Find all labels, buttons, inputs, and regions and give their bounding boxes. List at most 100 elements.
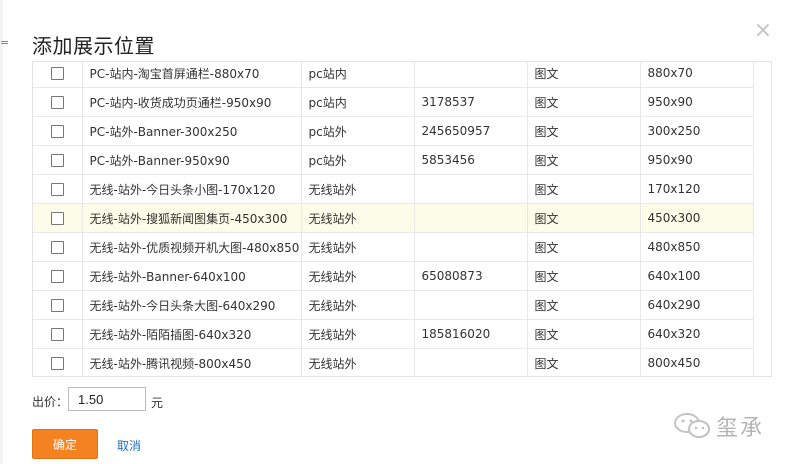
placement-scope-cell: 无线站外 xyxy=(301,174,415,204)
placement-type-cell: 图文 xyxy=(527,62,641,88)
table-row[interactable]: PC-站内-收货成功页通栏-950x90 pc站内 3178537 图文 950x90 xyxy=(33,87,754,117)
dialog-title: 添加展示位置 xyxy=(32,34,155,58)
row-checkbox-cell xyxy=(33,174,83,204)
row-checkbox-cell xyxy=(33,203,83,233)
table-row[interactable]: 无线-站外-优质视频开机大图-480x850 无线站外 图文 480x850 xyxy=(33,232,754,262)
placement-name-cell: PC-站内-淘宝首屏通栏-880x70 xyxy=(82,62,302,88)
row-checkbox[interactable] xyxy=(50,212,64,225)
placement-size-cell: 640x290 xyxy=(640,290,754,320)
bid-label: 出价： xyxy=(32,395,69,409)
placement-type-cell: 图文 xyxy=(527,145,641,175)
row-checkbox-cell xyxy=(33,145,83,175)
bid-input[interactable] xyxy=(68,387,146,411)
row-checkbox[interactable] xyxy=(50,241,64,254)
table-row[interactable]: PC-站外-Banner-300x250 pc站外 245650957 图文 300x2… xyxy=(33,116,754,146)
wechat-icon xyxy=(674,413,710,438)
placement-id-cell xyxy=(414,62,528,88)
placement-size-cell: 170x120 xyxy=(640,174,754,204)
table-row[interactable]: PC-站内-淘宝首屏通栏-880x70 pc站内 图文 880x70 xyxy=(33,62,754,88)
table-row[interactable]: 无线-站外-Banner-640x100 无线站外 65080873 图文 640x10… xyxy=(33,261,754,291)
row-checkbox[interactable] xyxy=(50,183,64,196)
add-placement-dialog: = 添加展示位置 × PC-站内-淘宝首屏通栏-880x70 pc站内 图文 880x… xyxy=(0,0,792,464)
placement-scope-cell: pc站内 xyxy=(301,62,415,88)
row-checkbox[interactable] xyxy=(50,96,64,109)
table-row[interactable]: 无线-站外-陌陌插图-640x320 无线站外 185816020 图文 640x320 xyxy=(33,319,754,349)
placement-name-cell: PC-站内-收货成功页通栏-950x90 xyxy=(82,87,302,117)
placement-scope-cell: 无线站外 xyxy=(301,203,415,233)
bid-unit: 元 xyxy=(151,396,164,410)
confirm-button[interactable]: 确定 xyxy=(32,429,98,459)
placement-name-cell: 无线-站外-陌陌插图-640x320 xyxy=(82,319,302,349)
placement-scope-cell: pc站内 xyxy=(301,87,415,117)
row-checkbox-cell xyxy=(33,290,83,320)
placement-name-cell: 无线-站外-腾讯视频-800x450 xyxy=(82,348,302,376)
placement-size-cell: 450x300 xyxy=(640,203,754,233)
placement-scope-cell: pc站外 xyxy=(301,145,415,175)
row-checkbox[interactable] xyxy=(50,270,64,283)
row-checkbox-cell xyxy=(33,116,83,146)
placement-size-cell: 950x90 xyxy=(640,145,754,175)
placement-type-cell: 图文 xyxy=(527,232,641,262)
table-row[interactable]: PC-站外-Banner-950x90 pc站外 5853456 图文 950x90 xyxy=(33,145,754,175)
placement-id-cell xyxy=(414,348,528,376)
placement-scope-cell: 无线站外 xyxy=(301,290,415,320)
placement-name-cell: 无线-站外-今日头条小图-170x120 xyxy=(82,174,302,204)
placement-scope-cell: pc站外 xyxy=(301,116,415,146)
row-checkbox-cell xyxy=(33,319,83,349)
row-checkbox[interactable] xyxy=(50,154,64,167)
placement-type-cell: 图文 xyxy=(527,87,641,117)
placement-name-cell: 无线-站外-今日头条大图-640x290 xyxy=(82,290,302,320)
placement-type-cell: 图文 xyxy=(527,203,641,233)
placement-type-cell: 图文 xyxy=(527,174,641,204)
placement-size-cell: 300x250 xyxy=(640,116,754,146)
placement-id-cell xyxy=(414,232,528,262)
placement-name-cell: 无线-站外-Banner-640x100 xyxy=(82,261,302,291)
table-row[interactable]: 无线-站外-搜狐新闻图集页-450x300 无线站外 图文 450x300 xyxy=(33,203,754,233)
row-checkbox-cell xyxy=(33,348,83,376)
placement-size-cell: 950x90 xyxy=(640,87,754,117)
row-checkbox-cell xyxy=(33,261,83,291)
row-checkbox-cell xyxy=(33,62,83,88)
placement-size-cell: 880x70 xyxy=(640,62,754,88)
row-checkbox[interactable] xyxy=(50,357,64,370)
placement-id-cell: 5853456 xyxy=(414,145,528,175)
table-row[interactable]: 无线-站外-腾讯视频-800x450 无线站外 图文 800x450 xyxy=(33,348,754,376)
placement-size-cell: 640x100 xyxy=(640,261,754,291)
placement-size-cell: 640x320 xyxy=(640,319,754,349)
placement-type-cell: 图文 xyxy=(527,261,641,291)
close-icon[interactable]: × xyxy=(752,20,774,42)
placement-id-cell: 245650957 xyxy=(414,116,528,146)
placement-type-cell: 图文 xyxy=(527,319,641,349)
placement-table: PC-站内-淘宝首屏通栏-880x70 pc站内 图文 880x70 PC-站内-收货成… xyxy=(33,62,754,376)
row-checkbox[interactable] xyxy=(50,299,64,312)
placement-name-cell: PC-站外-Banner-300x250 xyxy=(82,116,302,146)
watermark-text: 玺承 xyxy=(716,416,765,441)
placement-name-cell: 无线-站外-搜狐新闻图集页-450x300 xyxy=(82,203,302,233)
placement-rows: PC-站内-淘宝首屏通栏-880x70 pc站内 图文 880x70 PC-站内-收货成… xyxy=(33,62,754,376)
placement-table-container: PC-站内-淘宝首屏通栏-880x70 pc站内 图文 880x70 PC-站内-收货成… xyxy=(32,61,772,377)
placement-type-cell: 图文 xyxy=(527,290,641,320)
row-checkbox[interactable] xyxy=(50,328,64,341)
placement-id-cell xyxy=(414,290,528,320)
placement-type-cell: 图文 xyxy=(527,116,641,146)
placement-size-cell: 800x450 xyxy=(640,348,754,376)
placement-id-cell xyxy=(414,203,528,233)
cancel-link[interactable]: 取消 xyxy=(117,437,141,454)
placement-size-cell: 480x850 xyxy=(640,232,754,262)
row-checkbox-cell xyxy=(33,232,83,262)
placement-id-cell: 65080873 xyxy=(414,261,528,291)
background-edge-mark: = xyxy=(0,36,10,49)
table-row[interactable]: 无线-站外-今日头条大图-640x290 无线站外 图文 640x290 xyxy=(33,290,754,320)
watermark: 玺承 xyxy=(672,411,764,441)
placement-scope-cell: 无线站外 xyxy=(301,348,415,376)
table-row[interactable]: 无线-站外-今日头条小图-170x120 无线站外 图文 170x120 xyxy=(33,174,754,204)
placement-id-cell: 3178537 xyxy=(414,87,528,117)
row-checkbox-cell xyxy=(33,87,83,117)
placement-scope-cell: 无线站外 xyxy=(301,319,415,349)
placement-type-cell: 图文 xyxy=(527,348,641,376)
row-checkbox[interactable] xyxy=(50,125,64,138)
row-checkbox[interactable] xyxy=(50,67,64,80)
placement-scope-cell: 无线站外 xyxy=(301,232,415,262)
placement-id-cell xyxy=(414,174,528,204)
placement-name-cell: 无线-站外-优质视频开机大图-480x850 xyxy=(82,232,302,262)
